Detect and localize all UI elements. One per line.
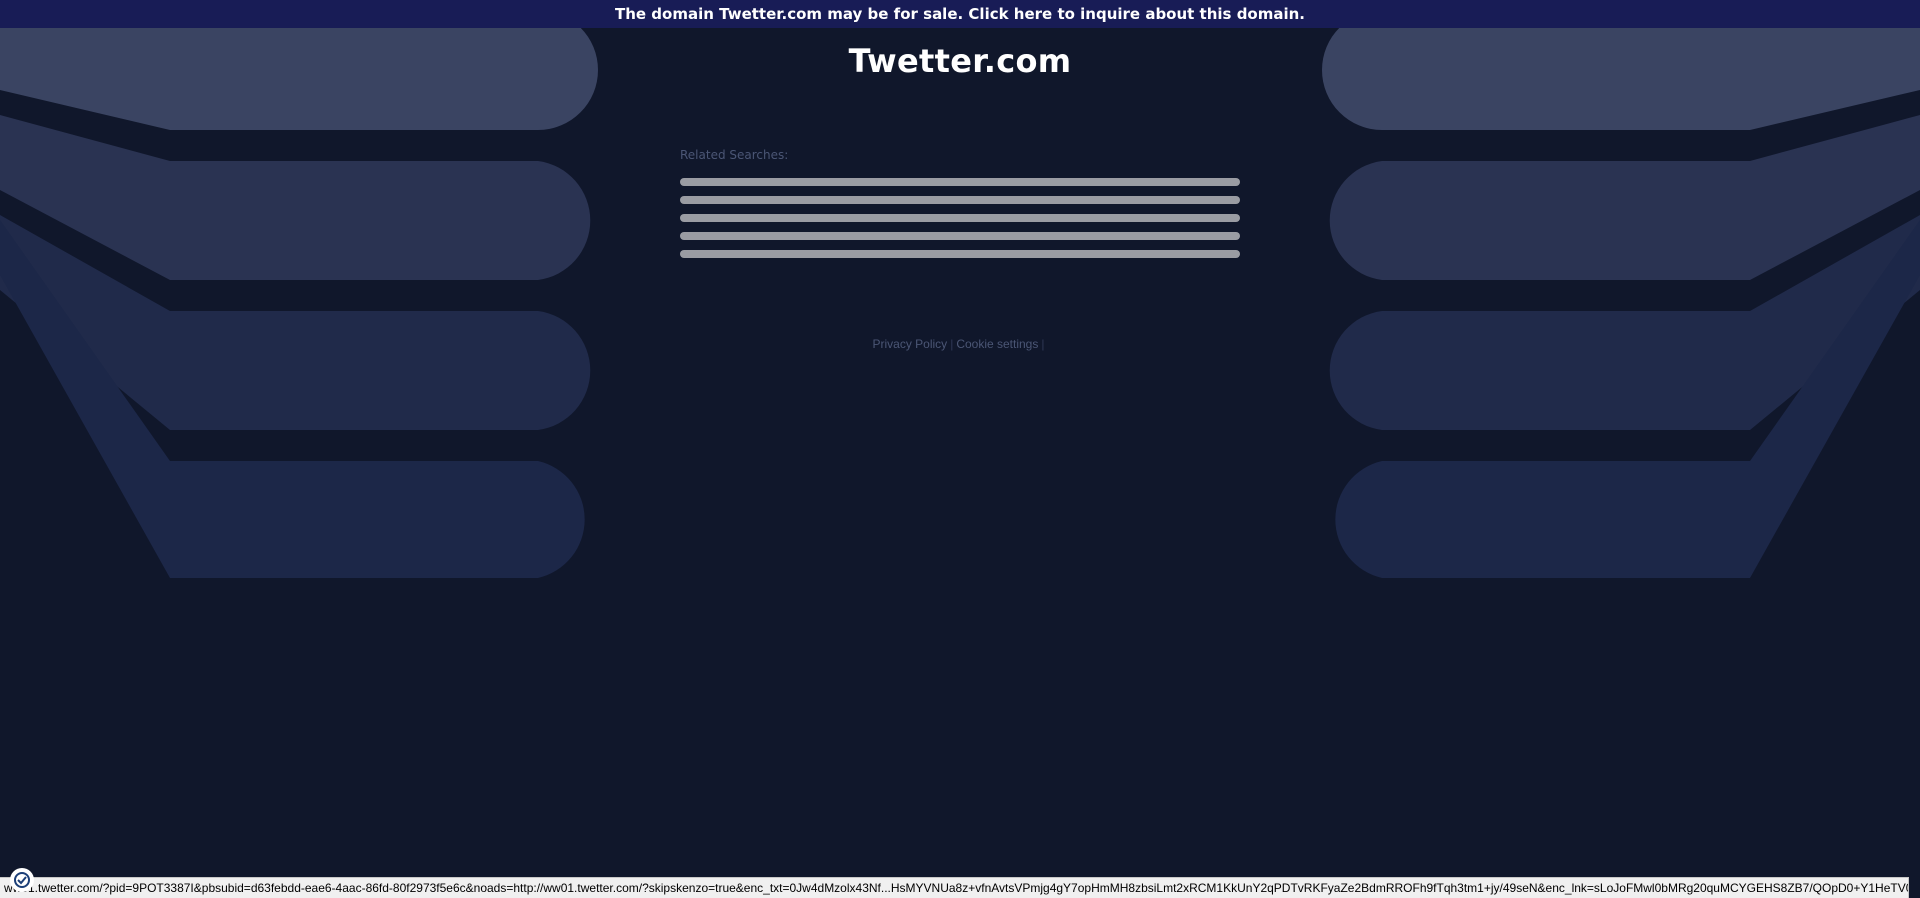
related-search-link[interactable] xyxy=(680,214,1240,222)
footer-separator: | xyxy=(1041,337,1045,351)
related-search-link[interactable] xyxy=(680,196,1240,204)
footer-links: Privacy Policy | Cookie settings | xyxy=(0,337,1920,351)
background-decoration xyxy=(0,10,1920,578)
browser-status-bar: ww01.twetter.com/?pid=9POT3387I&pbsubid=… xyxy=(0,877,1909,898)
related-search-link[interactable] xyxy=(680,250,1240,258)
right-stripe-group xyxy=(1322,10,1920,578)
related-search-link[interactable] xyxy=(680,178,1240,186)
related-search-link[interactable] xyxy=(680,232,1240,240)
footer-separator: | xyxy=(950,337,954,351)
parked-domain-page: The domain Twetter.com may be for sale. … xyxy=(0,0,1920,898)
site-title: Twetter.com xyxy=(848,42,1072,80)
chat-bubble-icon[interactable] xyxy=(10,868,34,892)
related-searches-label: Related Searches: xyxy=(680,148,789,162)
related-searches-list xyxy=(680,178,1240,268)
cookie-settings-link[interactable]: Cookie settings xyxy=(956,337,1038,351)
chat-bubble-icon-glyph xyxy=(14,872,30,888)
privacy-policy-link[interactable]: Privacy Policy xyxy=(873,337,948,351)
domain-for-sale-banner[interactable]: The domain Twetter.com may be for sale. … xyxy=(0,0,1920,28)
left-stripe-group xyxy=(0,10,598,578)
